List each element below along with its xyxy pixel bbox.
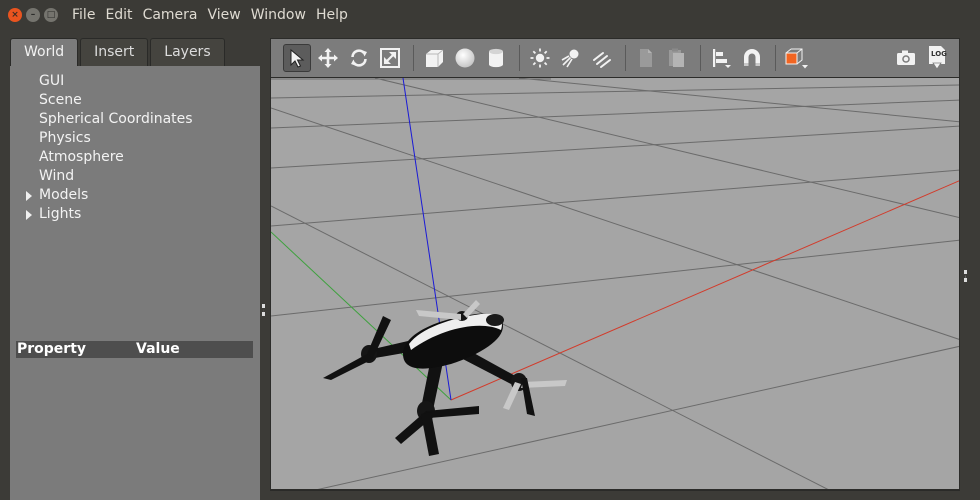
toolbar-separator <box>413 45 414 71</box>
menu-file[interactable]: File <box>72 7 95 23</box>
box-shape-icon <box>426 49 444 67</box>
toolbar-separator <box>519 45 520 71</box>
tree-item-wind[interactable]: Wind <box>39 167 74 186</box>
select-mode-button[interactable] <box>283 44 311 72</box>
select-mode-icon <box>290 48 305 68</box>
copy-button[interactable] <box>632 44 660 72</box>
point-light-button[interactable] <box>526 44 554 72</box>
tree-item-models[interactable]: Models <box>26 186 89 205</box>
sphere-shape-icon <box>455 48 475 68</box>
menu-window[interactable]: Window <box>251 7 306 23</box>
value-column-header: Value <box>136 341 180 357</box>
paste-button[interactable] <box>663 44 691 72</box>
point-light-icon <box>530 48 550 68</box>
tree-item-atmosphere[interactable]: Atmosphere <box>39 148 124 167</box>
paste-icon <box>669 48 684 67</box>
directional-light-icon <box>593 52 611 68</box>
tab-layers[interactable]: Layers <box>150 38 225 66</box>
snap-button[interactable] <box>738 44 766 72</box>
spot-light-icon <box>561 49 579 68</box>
menu-edit[interactable]: Edit <box>105 7 132 23</box>
window-controls: × – □ <box>8 8 58 22</box>
align-icon <box>713 49 731 68</box>
left-panel-resize-handle[interactable] <box>262 304 265 316</box>
x-axis-line <box>450 180 959 401</box>
tree-item-spherical-coordinates[interactable]: Spherical Coordinates <box>39 110 193 129</box>
tree-item-scene[interactable]: Scene <box>39 91 82 110</box>
snap-icon <box>744 49 760 66</box>
tree-item-lights[interactable]: Lights <box>26 205 82 224</box>
cylinder-shape-icon <box>489 48 503 68</box>
toolbar-separator <box>775 45 776 71</box>
spot-light-button[interactable] <box>557 44 585 72</box>
scene-render[interactable] <box>271 78 960 490</box>
world-tree: GUI Scene Spherical Coordinates Physics … <box>10 66 260 500</box>
expand-arrow-icon[interactable] <box>26 191 32 201</box>
cylinder-shape-button[interactable] <box>482 44 510 72</box>
viewport-bottom-bar <box>270 490 960 500</box>
expand-arrow-icon[interactable] <box>26 210 32 220</box>
tree-item-label: Lights <box>39 206 82 222</box>
screenshot-icon <box>897 50 915 65</box>
sphere-shape-button[interactable] <box>451 44 479 72</box>
screenshot-button[interactable] <box>892 44 920 72</box>
tab-world[interactable]: World <box>10 38 79 67</box>
toolbar: LOG <box>270 38 960 77</box>
directional-light-button[interactable] <box>588 44 616 72</box>
log-label: LOG <box>931 50 947 58</box>
menu-view[interactable]: View <box>208 7 241 23</box>
menu-camera[interactable]: Camera <box>143 7 198 23</box>
menu-bar: × – □ File Edit Camera View Window Help <box>0 0 980 30</box>
close-window-button[interactable]: × <box>8 8 22 22</box>
scale-mode-button[interactable] <box>376 44 404 72</box>
tab-insert[interactable]: Insert <box>80 38 149 66</box>
view-angle-button[interactable] <box>782 44 810 72</box>
scale-mode-icon <box>380 48 400 68</box>
tree-item-label: Models <box>39 187 89 203</box>
left-panel-tabs: World Insert Layers <box>10 38 227 67</box>
tree-item-gui[interactable]: GUI <box>39 72 64 91</box>
minimize-window-button[interactable]: – <box>26 8 40 22</box>
copy-icon <box>640 49 652 67</box>
log-icon <box>929 46 945 70</box>
right-panel-resize-handle[interactable] <box>964 270 967 282</box>
align-button[interactable] <box>707 44 735 72</box>
view-angle-icon <box>785 48 808 69</box>
scene-area: LOG <box>270 38 980 500</box>
left-panel: World Insert Layers GUI Scene Spherical … <box>0 30 270 500</box>
rotate-mode-button[interactable] <box>345 44 373 72</box>
translate-mode-icon <box>318 48 338 68</box>
property-table-header: Property Value <box>16 341 253 358</box>
scene-viewport[interactable] <box>270 77 960 490</box>
drone-model[interactable] <box>323 300 567 456</box>
menu-help[interactable]: Help <box>316 7 348 23</box>
toolbar-separator <box>625 45 626 71</box>
rotate-mode-icon <box>351 49 367 67</box>
translate-mode-button[interactable] <box>314 44 342 72</box>
maximize-window-button[interactable]: □ <box>44 8 58 22</box>
ground-grid <box>271 78 959 489</box>
box-shape-button[interactable] <box>420 44 448 72</box>
toolbar-separator <box>700 45 701 71</box>
log-button[interactable]: LOG <box>923 44 951 72</box>
tree-item-physics[interactable]: Physics <box>39 129 91 148</box>
property-column-header: Property <box>17 341 87 357</box>
